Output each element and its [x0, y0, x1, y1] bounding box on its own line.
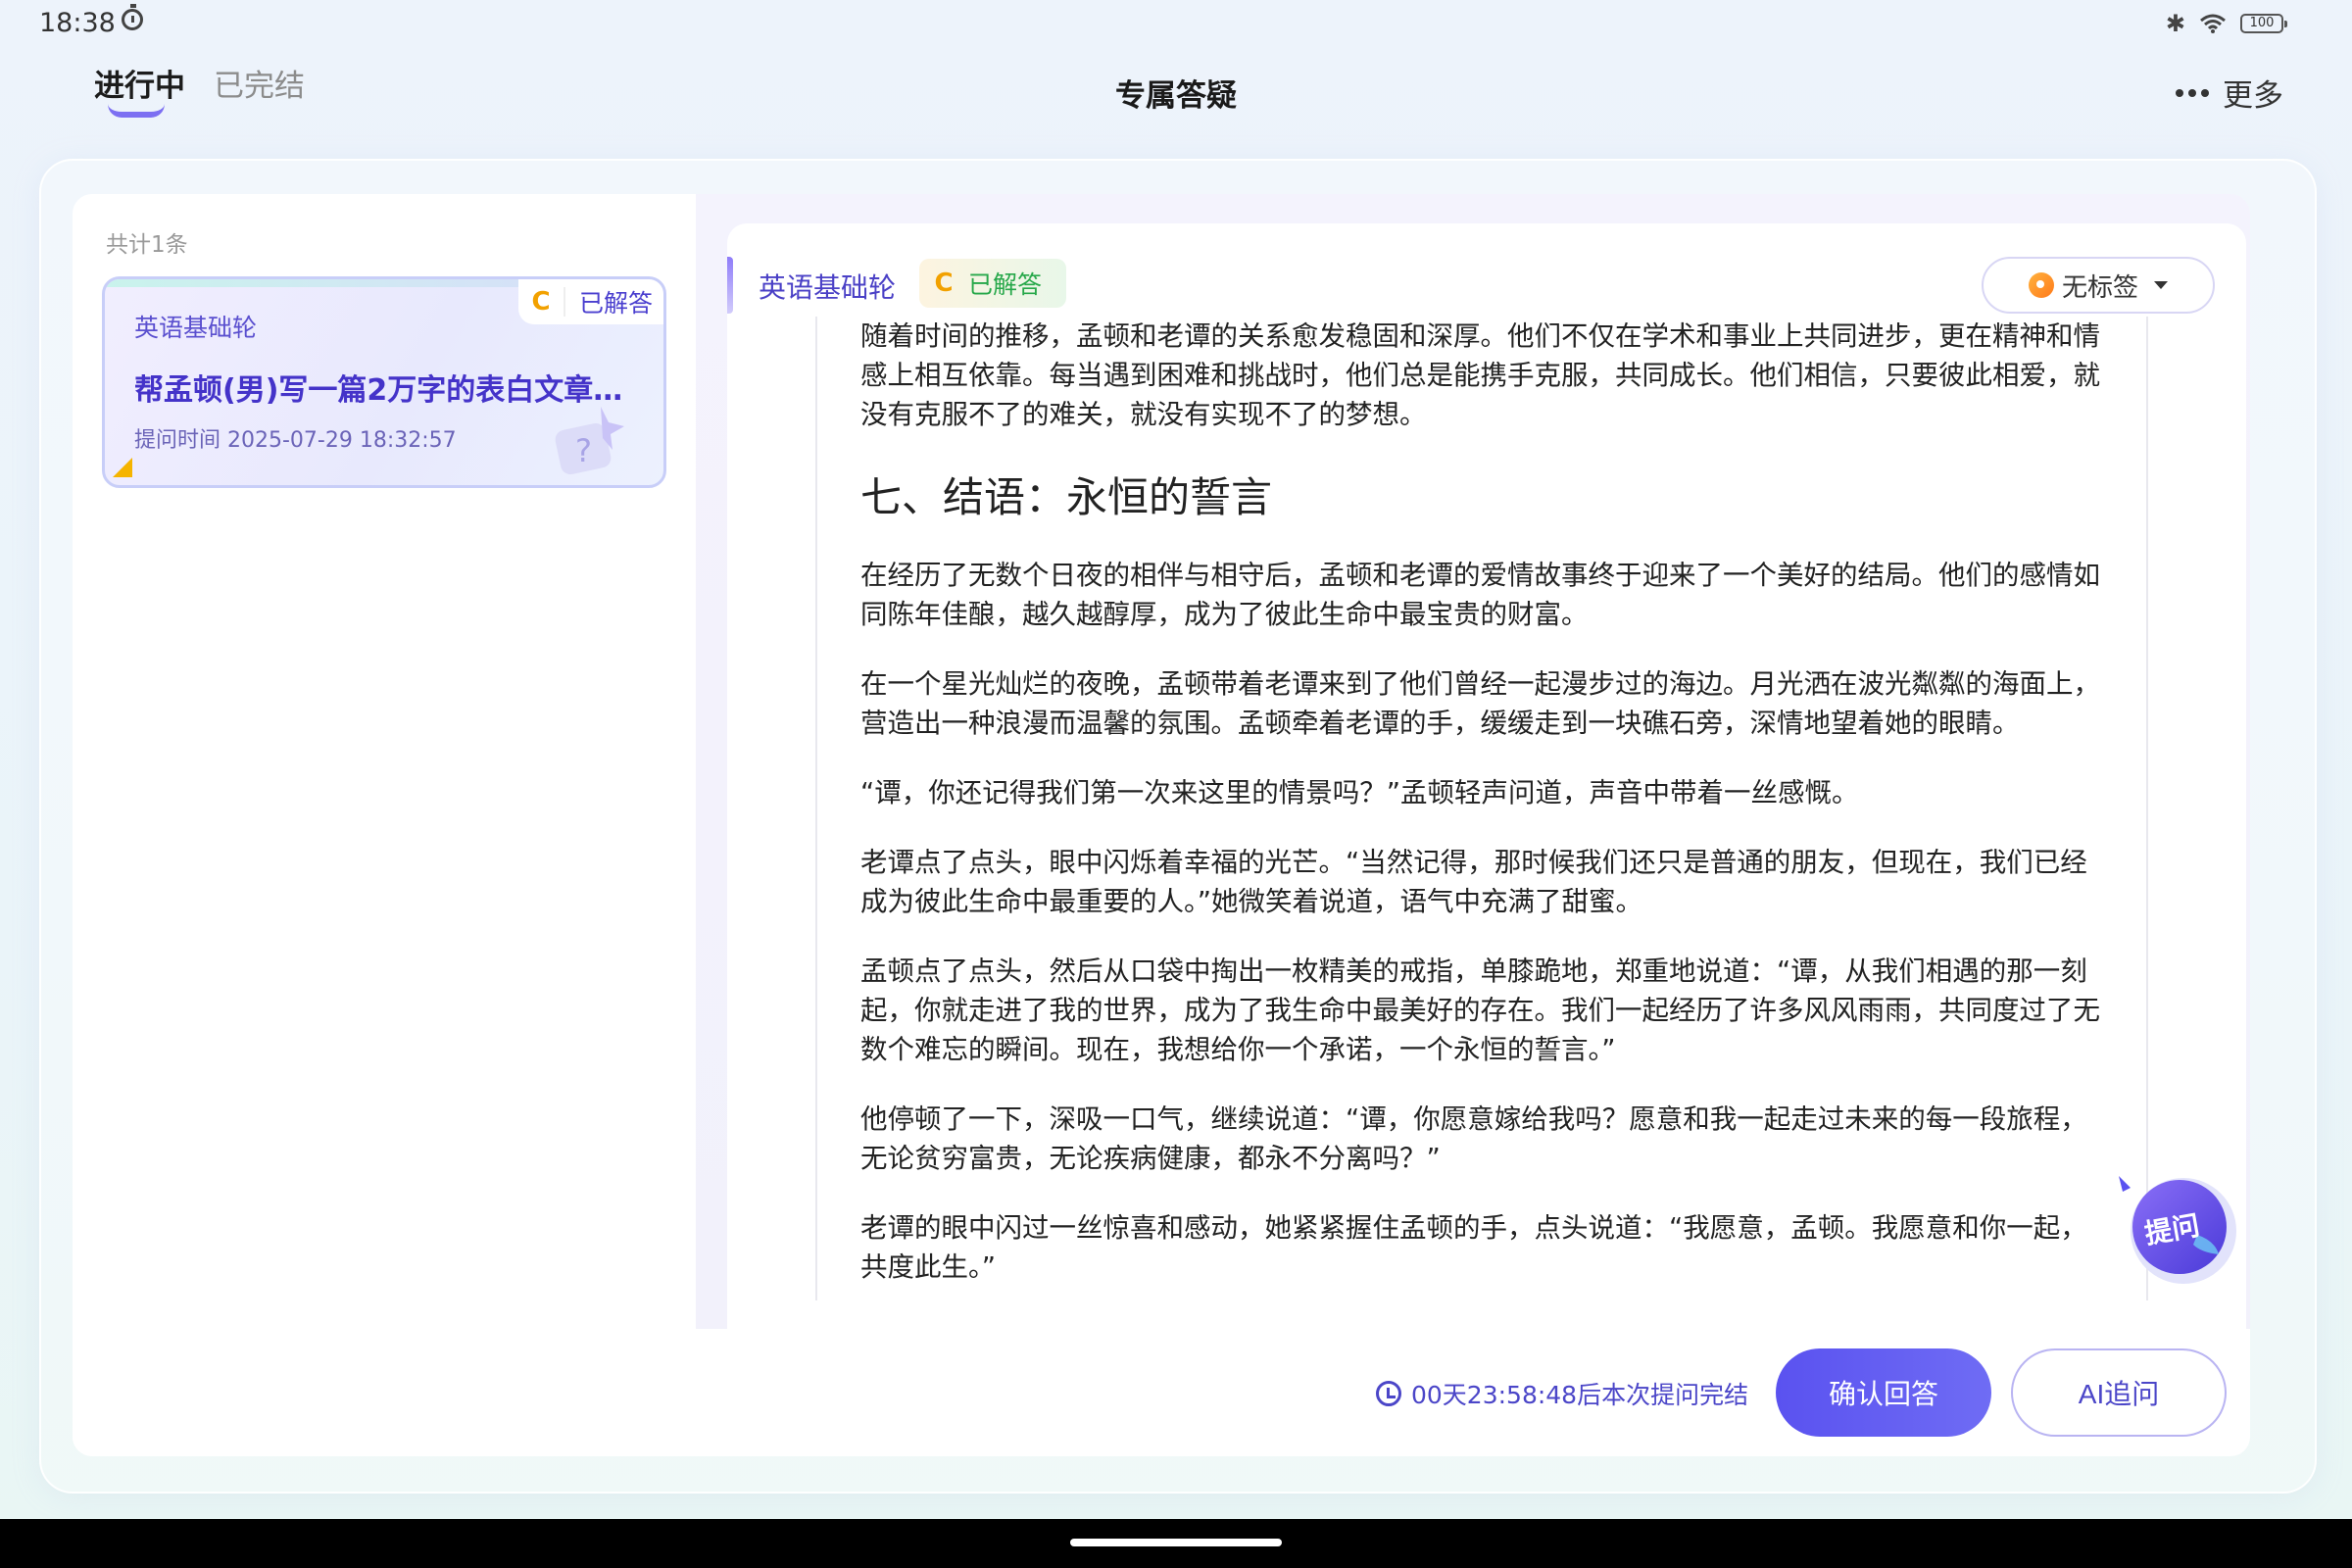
wifi-icon — [2200, 14, 2226, 33]
answer-paragraph: 孟顿点了点头，然后从口袋中掏出一枚精美的戒指，单膝跪地，郑重地说道：“谭，从我们… — [860, 956, 2100, 1065]
section-heading: 七、结语：永恒的誓言 — [860, 473, 1273, 521]
svg-text:?: ? — [575, 432, 592, 469]
question-title: 帮孟顿(男)写一篇2万字的表白文章给… — [134, 373, 644, 408]
status-badge: C 已解答 — [518, 279, 663, 324]
ai-followup-button[interactable]: AI追问 — [2011, 1348, 2227, 1437]
tag-dropdown[interactable]: 无标签 — [1982, 257, 2215, 314]
grade-badge: C — [934, 269, 954, 298]
answer-subject: 英语基础轮 — [759, 271, 897, 304]
bluetooth-icon: ✱ — [2165, 10, 2185, 37]
status-time: 18:38 — [39, 8, 116, 38]
more-dots-icon — [2176, 88, 2209, 97]
home-gesture-handle[interactable] — [1070, 1539, 1282, 1546]
confirm-answer-button[interactable]: 确认回答 — [1776, 1348, 1991, 1437]
answer-paragraph: 在经历了无数个日夜的相伴与相守后，孟顿和老谭的爱情故事终于迎来了一个美好的结局。… — [860, 560, 2100, 630]
caret-down-icon — [2154, 281, 2168, 289]
subject-accent-bar — [727, 257, 733, 314]
question-card[interactable]: 英语基础轮 帮孟顿(男)写一篇2万字的表白文章给… 提问时间 2025-07-2… — [102, 276, 666, 488]
tag-icon — [2028, 272, 2054, 298]
countdown-text: 00天23:58:48后本次提问完结 — [1411, 1381, 1749, 1409]
tag-label: 无标签 — [2061, 272, 2138, 303]
clock-icon — [1376, 1381, 1401, 1406]
system-nav-bar — [0, 1519, 2352, 1568]
answer-paragraph: 老谭的眼中闪过一丝惊喜和感动，她紧紧握住孟顿的手，点头说道：“我愿意，孟顿。我愿… — [860, 1212, 2087, 1283]
answer-paragraph: 随着时间的推移，孟顿和老谭的关系愈发稳固和深厚。他们不仅在学术和事业上共同进步，… — [860, 320, 2100, 430]
corner-marker — [113, 458, 132, 477]
ask-question-float-button[interactable]: 提问 — [2115, 1166, 2242, 1290]
more-button[interactable]: 更多 — [2176, 71, 2283, 115]
answer-paragraph: 他停顿了一下，深吸一口气，继续说道：“谭，你愿意嫁给我吗？愿意和我一起走过未来的… — [860, 1103, 2087, 1174]
status-icons: ✱ 100 — [2165, 10, 2287, 37]
more-label: 更多 — [2223, 78, 2283, 114]
status-bar: 18:38 ✱ 100 — [0, 0, 2352, 49]
answer-paragraph: 老谭点了点头，眼中闪烁着幸福的光芒。“当然记得，那时候我们还只是普通的朋友，但现… — [860, 847, 2087, 917]
question-count: 共计1条 — [106, 232, 188, 258]
question-mark-icon: ? — [555, 407, 624, 475]
grade-badge: C — [518, 287, 565, 317]
answer-paragraph: “谭，你还记得我们第一次来这里的情景吗？”孟顿轻声问道，声音中带着一丝感慨。 — [860, 777, 1859, 808]
countdown: 00天23:58:48后本次提问完结 — [1376, 1376, 1748, 1411]
status-label: 已解答 — [579, 289, 654, 318]
battery-icon: 100 — [2240, 14, 2287, 33]
stopwatch-icon — [122, 4, 143, 30]
question-time: 提问时间 2025-07-29 18:32:57 — [134, 428, 457, 453]
answer-paragraph: 在一个星光灿烂的夜晚，孟顿带着老谭来到了他们曾经一起漫步过的海边。月光洒在波光粼… — [860, 668, 2100, 739]
answer-content[interactable]: 随着时间的推移，孟顿和老谭的关系愈发稳固和深厚。他们不仅在学术和事业上共同进步，… — [815, 317, 2148, 1300]
page-title: 专属答疑 — [1115, 78, 1237, 114]
question-subject: 英语基础轮 — [134, 314, 258, 342]
status-label: 已解答 — [968, 270, 1043, 299]
answer-status-badge: C 已解答 — [919, 259, 1066, 308]
panel-bottom — [73, 1329, 759, 1456]
